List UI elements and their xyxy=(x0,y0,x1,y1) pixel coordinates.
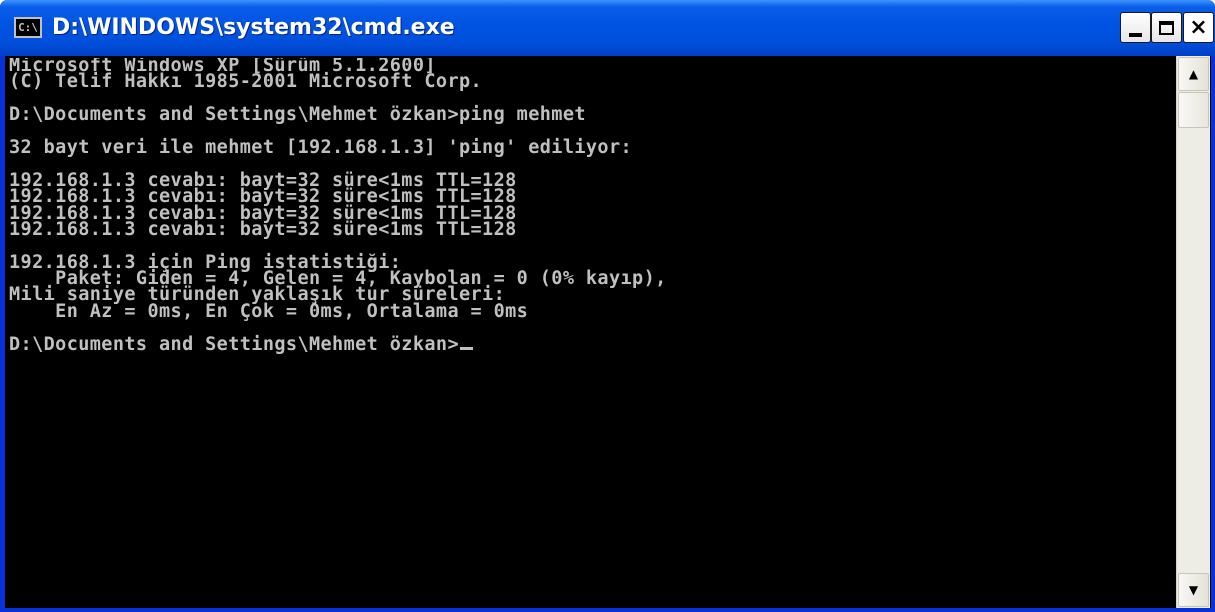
console-client-area: Microsoft Windows XP [Sürüm 5.1.2600] (C)… xyxy=(5,56,1211,608)
console-line: (C) Telif Hakkı 1985-2001 Microsoft Corp… xyxy=(9,71,483,93)
scroll-up-arrow-icon: ▲ xyxy=(1188,67,1199,81)
vertical-scrollbar[interactable]: ▲ ▼ xyxy=(1176,56,1210,608)
console-line: En Az = 0ms, En Çok = 0ms, Ortalama = 0m… xyxy=(9,300,529,322)
minimize-icon xyxy=(1129,32,1142,37)
console-line: 32 bayt veri ile mehmet [192.168.1.3] 'p… xyxy=(9,136,633,158)
console-output[interactable]: Microsoft Windows XP [Sürüm 5.1.2600] (C)… xyxy=(9,58,1173,606)
maximize-button[interactable] xyxy=(1151,12,1182,43)
close-icon: × xyxy=(1189,14,1208,40)
close-button[interactable]: × xyxy=(1183,12,1214,43)
console-prompt-line: D:\Documents and Settings\Mehmet özkan> xyxy=(9,333,1173,355)
maximize-icon xyxy=(1159,20,1174,35)
cmd-window: C:\ D:\WINDOWS\system32\cmd.exe × Micros… xyxy=(0,0,1215,612)
title-bar[interactable]: C:\ D:\WINDOWS\system32\cmd.exe × xyxy=(0,0,1215,56)
scroll-thumb[interactable] xyxy=(1178,92,1209,128)
minimize-button[interactable] xyxy=(1120,12,1151,43)
console-line: D:\Documents and Settings\Mehmet özkan>p… xyxy=(9,104,586,126)
scroll-down-button[interactable]: ▼ xyxy=(1178,573,1209,607)
cmd-icon[interactable]: C:\ xyxy=(14,17,42,38)
console-prompt: D:\Documents and Settings\Mehmet özkan> xyxy=(9,333,459,355)
scroll-down-arrow-icon: ▼ xyxy=(1188,583,1199,597)
window-title: D:\WINDOWS\system32\cmd.exe xyxy=(52,15,455,40)
console-line: 192.168.1.3 cevabı: bayt=32 süre<1ms TTL… xyxy=(9,218,517,240)
text-cursor xyxy=(459,346,473,350)
scroll-up-button[interactable]: ▲ xyxy=(1178,57,1209,91)
